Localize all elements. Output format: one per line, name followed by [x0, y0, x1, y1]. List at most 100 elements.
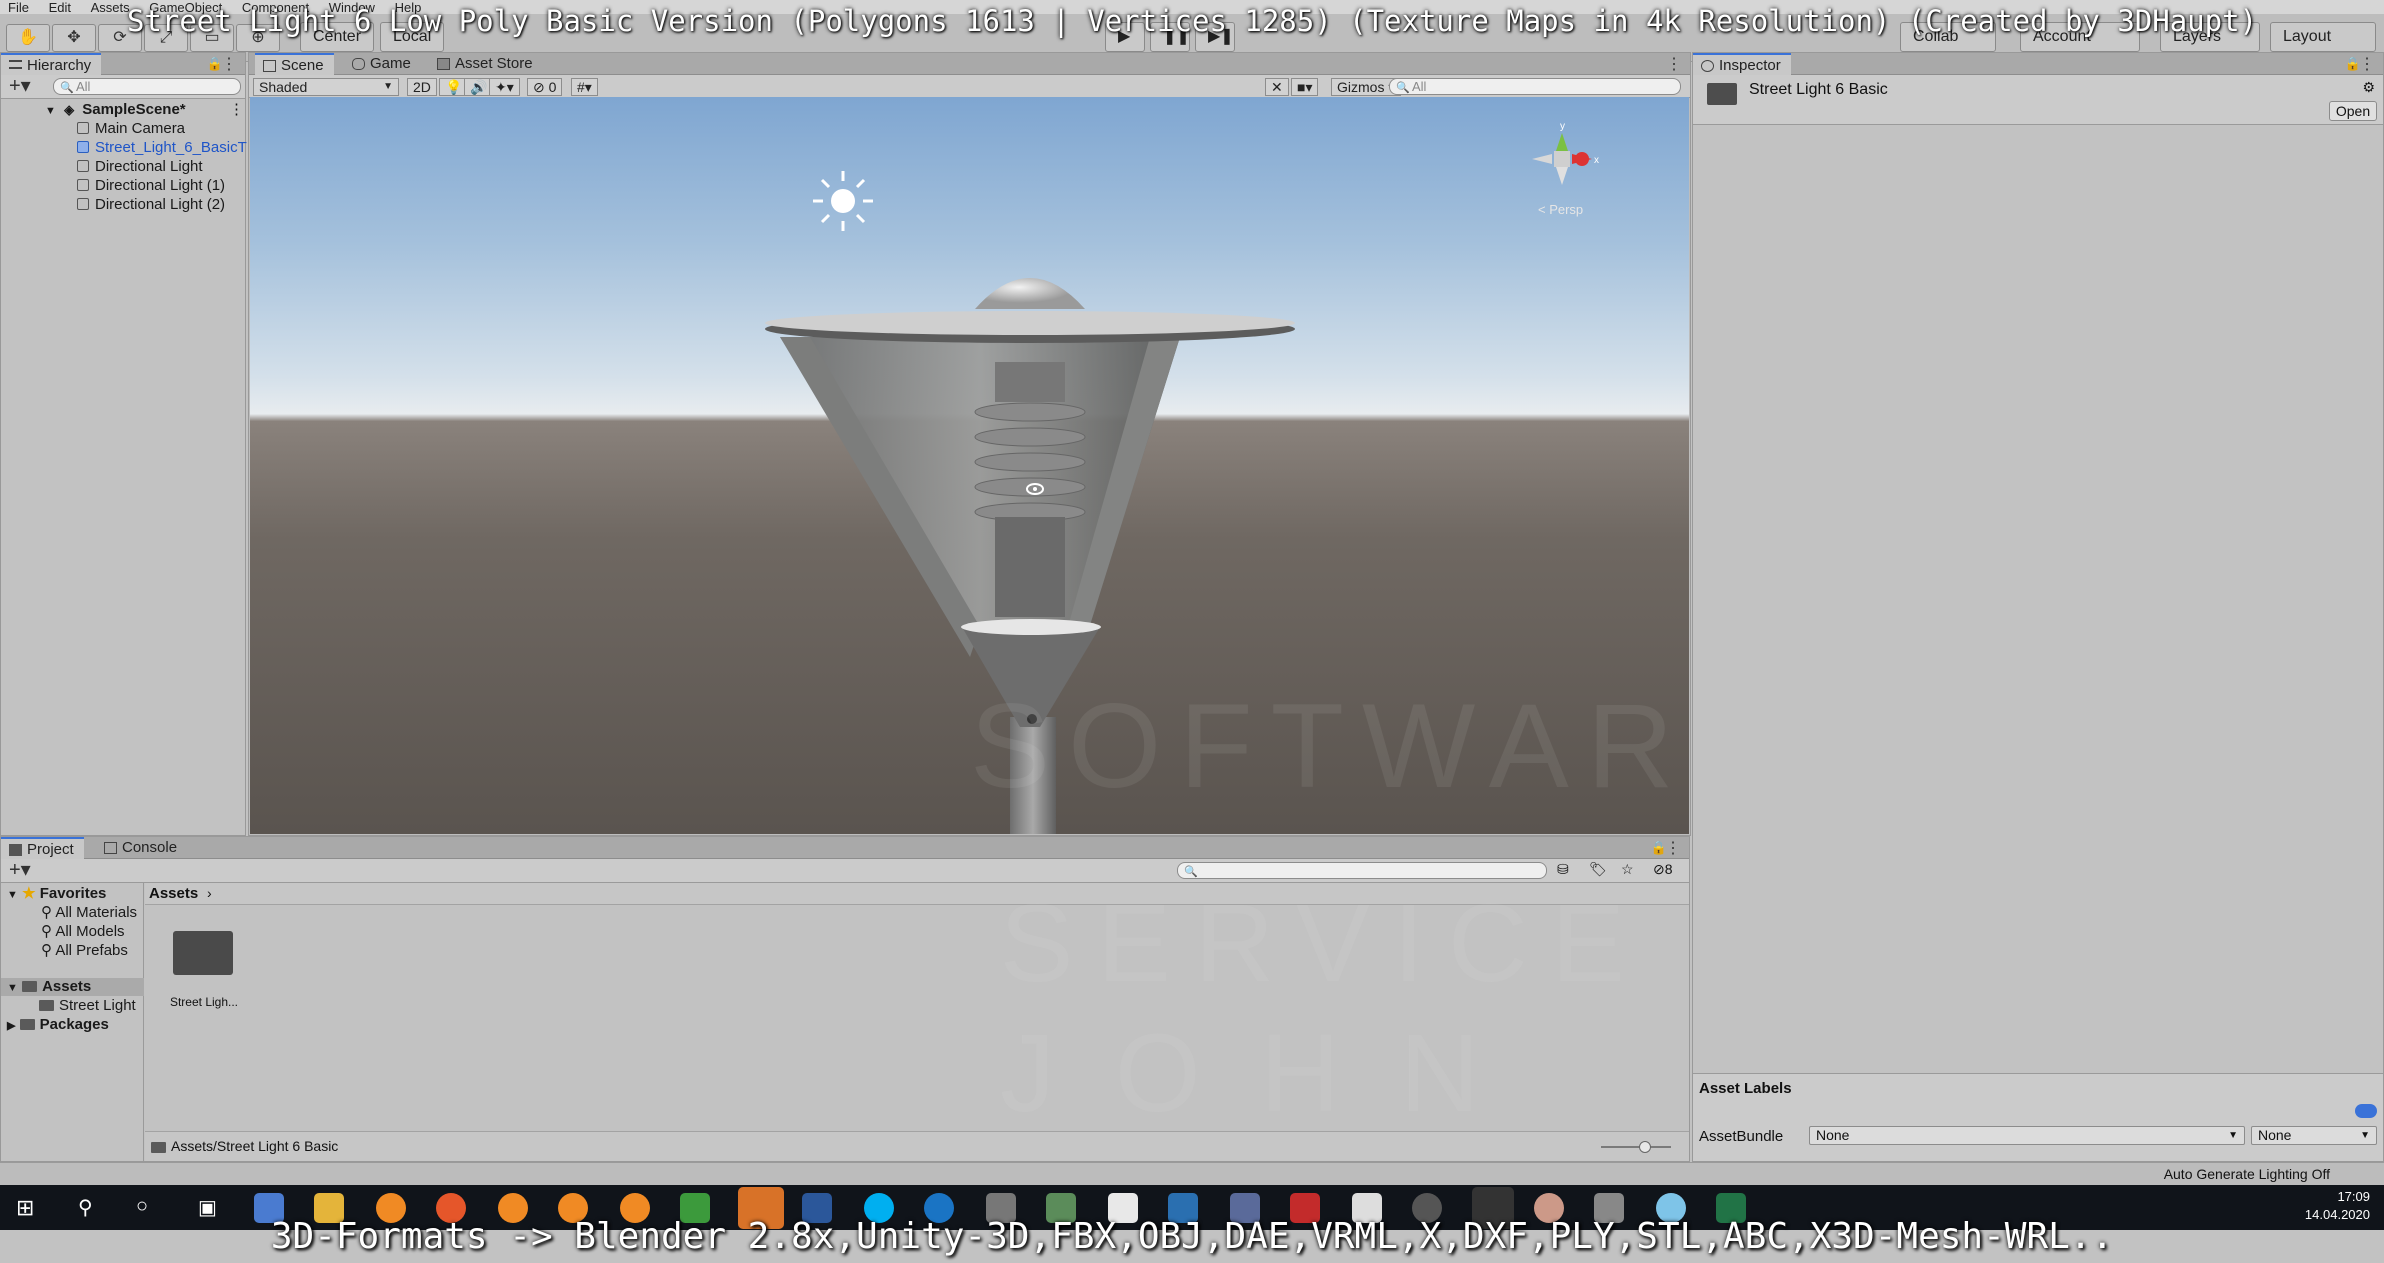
hierarchy-tabbar: Hierarchy 🔒 ⋮	[1, 53, 245, 75]
tab-game-label: Game	[370, 55, 411, 72]
fav-all-prefabs[interactable]: ⚲ All Prefabs	[41, 942, 128, 960]
gameobject-icon	[77, 179, 89, 191]
hierarchy-item-label: Main Camera	[95, 120, 186, 137]
gizmos-label: Gizmos	[1337, 79, 1385, 95]
console-icon	[104, 842, 117, 854]
hierarchy-item-street-light[interactable]: Street_Light_6_BasicT	[77, 138, 247, 157]
tab-scene[interactable]: Scene	[255, 53, 334, 75]
asset-folder-street-light[interactable]	[171, 927, 235, 977]
favorites-row[interactable]: ▼ ★ Favorites	[7, 885, 106, 903]
hierarchy-search-input[interactable]: 🔍 All	[53, 78, 241, 95]
shading-mode-dropdown[interactable]: Shaded ▼	[253, 78, 399, 96]
video-title-overlay: Street Light 6 Low Poly Basic Version (P…	[126, 4, 2258, 38]
grid-snap-toggle-icon[interactable]: #▾	[571, 78, 598, 96]
fav-item-label: All Materials	[55, 904, 138, 921]
assets-child-street-light[interactable]: Street Light	[39, 997, 136, 1015]
kebab-menu-icon[interactable]: ⋮	[1666, 54, 1682, 74]
filter-by-type-icon[interactable]: ⛁	[1557, 861, 1569, 878]
tab-game[interactable]: Game	[344, 53, 421, 75]
store-bag-icon	[437, 58, 450, 70]
persp-label[interactable]: < Persp	[1538, 202, 1583, 217]
inspector-asset-name: Street Light 6 Basic	[1749, 81, 1888, 98]
search-icon: 🔍	[1184, 866, 1198, 878]
create-plus-icon[interactable]: +▾	[9, 859, 31, 881]
filter-by-label-icon[interactable]: 🏷	[1589, 861, 1607, 878]
scene-tabbar: Scene Game Asset Store ⋮	[249, 53, 1690, 75]
search-icon: ⚲	[41, 923, 52, 940]
tab-hierarchy[interactable]: Hierarchy	[1, 53, 102, 75]
kebab-menu-icon[interactable]: ⋮	[221, 54, 237, 74]
assets-tree-row[interactable]: ▼ Assets	[1, 978, 144, 996]
scene-orientation-gizmo[interactable]: x y	[1532, 121, 1599, 185]
hidden-packages-toggle[interactable]: ⊘8	[1653, 861, 1673, 878]
slider-handle[interactable]	[1639, 1141, 1651, 1153]
tab-asset-store[interactable]: Asset Store	[429, 53, 543, 75]
tab-hierarchy-label: Hierarchy	[27, 57, 92, 74]
label-tag-icon[interactable]	[2355, 1104, 2377, 1118]
directional-light-sun-icon[interactable]	[813, 171, 873, 231]
hierarchy-item-directional-light-2[interactable]: Directional Light (2)	[77, 195, 225, 214]
hidden-packages-count: 8	[1664, 861, 1673, 877]
packages-tree-row[interactable]: ▶ Packages	[7, 1016, 109, 1034]
scene-viewport[interactable]: x y < Persp SOFTWARE	[250, 97, 1689, 834]
kebab-menu-icon[interactable]: ⋮	[2359, 54, 2375, 74]
fav-all-models[interactable]: ⚲ All Models	[41, 923, 125, 941]
prefab-icon	[77, 141, 89, 153]
hidden-objects-toggle[interactable]: ⊘ 0	[527, 78, 563, 96]
asset-bundle-dropdown[interactable]: None ▼	[1809, 1126, 2245, 1145]
search-icon: 🔍	[1396, 82, 1410, 94]
favorites-label: Favorites	[39, 885, 107, 902]
folder-icon	[39, 1000, 54, 1011]
gameobject-icon	[77, 198, 89, 210]
open-button[interactable]: Open	[2329, 101, 2377, 121]
project-search-input[interactable]: 🔍	[1177, 862, 1547, 879]
asset-folder-label: Street Ligh...	[169, 995, 239, 1009]
status-bar: Auto Generate Lighting Off	[0, 1162, 2384, 1185]
scene-search-input[interactable]: 🔍 All	[1389, 78, 1681, 95]
hierarchy-item-main-camera[interactable]: Main Camera	[77, 119, 185, 138]
taskbar-time[interactable]: 17:09	[2337, 1189, 2370, 1204]
hierarchy-panel: Hierarchy 🔒 ⋮ +▾ 🔍 All ▼ ◈ SampleScene* …	[0, 52, 247, 836]
unity-scene-icon: ◈	[64, 102, 75, 117]
tools-icon[interactable]: ✕	[1265, 78, 1289, 96]
hierarchy-item-directional-light[interactable]: Directional Light	[77, 157, 203, 176]
tab-inspector-label: Inspector	[1719, 57, 1781, 74]
tab-console[interactable]: Console	[96, 837, 187, 859]
asset-bundle-value: None	[1816, 1127, 1850, 1143]
folder-large-icon	[173, 931, 233, 975]
asset-labels-section: Asset Labels AssetBundle None ▼ None ▼	[1693, 1073, 2383, 1161]
hierarchy-item-directional-light-1[interactable]: Directional Light (1)	[77, 176, 225, 195]
hierarchy-item-label: Directional Light (1)	[95, 177, 226, 194]
breadcrumb-assets[interactable]: Assets	[149, 885, 198, 902]
cortana-icon[interactable]: ○	[136, 1195, 148, 1218]
tab-inspector[interactable]: Inspector	[1693, 53, 1791, 75]
inspector-header: Street Light 6 Basic ⚙ Open	[1693, 75, 2383, 125]
watermark-line3: JOHN	[1000, 1012, 1540, 1135]
tab-project[interactable]: Project	[1, 837, 84, 859]
scene-root-row[interactable]: ▼ ◈ SampleScene*	[45, 100, 186, 119]
2d-toggle-button[interactable]: 2D	[407, 78, 437, 96]
eye-slash-icon: ⊘	[533, 79, 545, 95]
kebab-menu-icon[interactable]: ⋮	[1665, 838, 1681, 858]
chevron-right-icon: ›	[207, 885, 212, 901]
scene-options-icon[interactable]: ⋮	[229, 100, 244, 118]
fav-all-materials[interactable]: ⚲ All Materials	[41, 904, 137, 922]
hierarchy-item-label: Directional Light (2)	[95, 196, 226, 213]
search-icon: 🔍	[60, 82, 74, 94]
icon-size-slider[interactable]	[1601, 1141, 1671, 1153]
fav-item-label: All Models	[55, 923, 125, 940]
settings-gear-icon[interactable]: ⚙	[2362, 79, 2375, 96]
effects-toggle-icon[interactable]: ✦▾	[489, 78, 520, 96]
asset-variant-dropdown[interactable]: None ▼	[2251, 1126, 2377, 1145]
create-plus-icon[interactable]: +▾	[9, 75, 31, 97]
shading-mode-value: Shaded	[259, 79, 308, 95]
scene-name: SampleScene*	[82, 101, 186, 118]
folder-icon	[151, 1142, 166, 1153]
search-icon: ⚲	[41, 942, 52, 959]
assets-tree-label: Assets	[42, 978, 92, 995]
selected-asset-path: Assets/Street Light 6 Basic	[171, 1138, 339, 1154]
favorite-star-icon[interactable]: ☆	[1621, 861, 1634, 878]
camera-settings-icon[interactable]: ■▾	[1291, 78, 1319, 96]
caret-down-icon: ▼	[45, 105, 56, 117]
asset-child-label: Street Light	[59, 997, 136, 1014]
